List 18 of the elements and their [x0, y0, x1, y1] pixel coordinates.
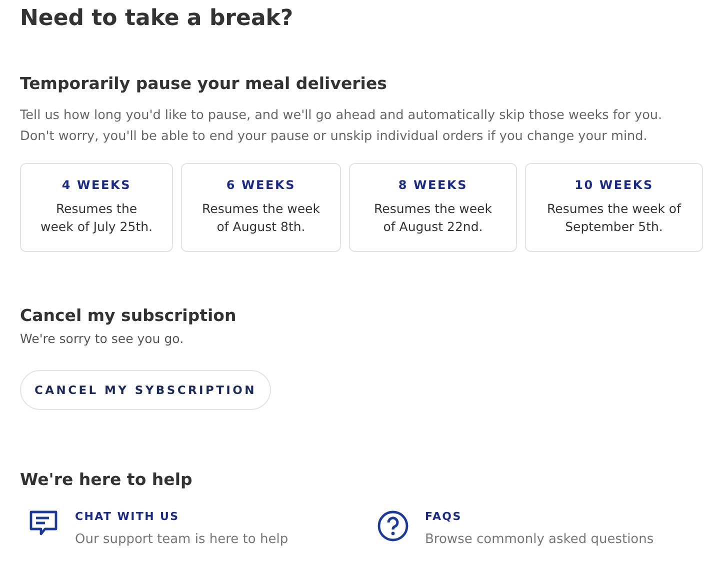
cancel-subscription-button[interactable]: CANCEL MY SYBSCRIPTION	[20, 370, 271, 410]
help-description: Our support team is here to help	[75, 532, 288, 547]
section-heading: We're here to help	[20, 470, 194, 489]
section-heading: Cancel my subscription	[20, 306, 238, 325]
pause-option-card[interactable]: 10 WEEKS Resumes the week of September 5th.	[525, 163, 703, 252]
description-text: Don't worry, you'll be able to end your pause or unskip individual orders if you change your mind.	[20, 128, 648, 146]
help-description: Browse commonly asked questions	[425, 532, 654, 547]
help-link[interactable]: FAQS	[425, 510, 654, 523]
pause-option-card[interactable]: 4 WEEKS Resumes the week of July 25th.	[20, 163, 173, 252]
help-icon	[377, 510, 409, 542]
page-title: Need to take a break?	[20, 5, 294, 33]
pause-option-card[interactable]: 8 WEEKS Resumes the week of August 22nd.	[349, 163, 517, 252]
section-heading: Temporarily pause your meal deliveries	[20, 74, 388, 93]
subtext: We're sorry to see you go.	[20, 331, 185, 346]
pause-option-card[interactable]: 6 WEEKS Resumes the week of August 8th.	[181, 163, 341, 252]
chat-icon	[28, 510, 59, 538]
description-text: Tell us how long you'd like to pause, and we'll go ahead and automatically skip those weeks for you.	[20, 107, 664, 125]
help-link[interactable]: CHAT WITH US	[75, 510, 288, 523]
